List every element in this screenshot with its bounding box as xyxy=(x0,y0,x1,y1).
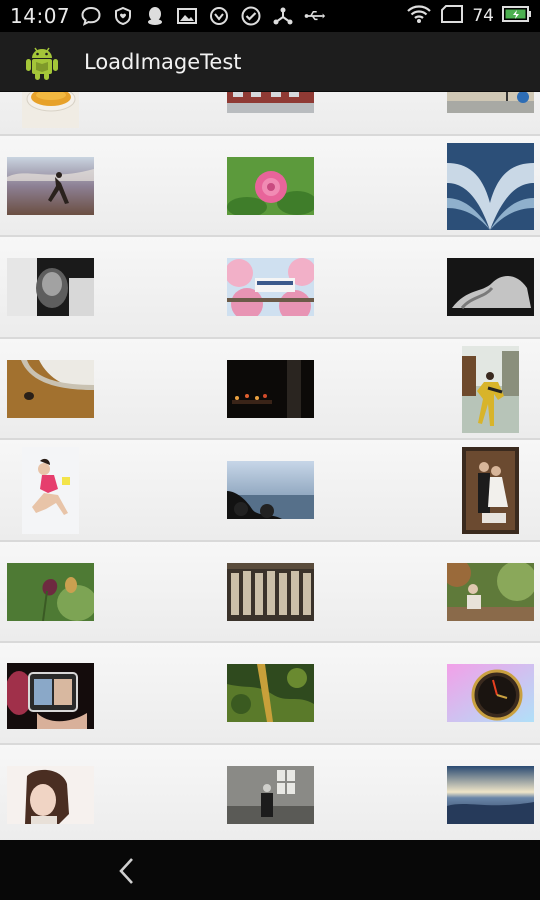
check-circle-icon xyxy=(240,5,262,27)
thumb-sunset-sea[interactable] xyxy=(447,765,534,824)
chat-bubble-icon xyxy=(80,5,102,27)
thumb-pink-peony[interactable] xyxy=(227,156,314,215)
thumb-dancing-couple[interactable] xyxy=(462,345,519,433)
thumb-motorbike-sea[interactable] xyxy=(227,461,314,519)
thumb-statues-bw[interactable] xyxy=(227,562,314,621)
thumb-blue-abstract[interactable] xyxy=(447,142,534,230)
qq-penguin-icon xyxy=(144,5,166,27)
app-title: LoadImageTest xyxy=(84,49,242,74)
list-item[interactable] xyxy=(0,237,540,339)
thumb-turtle-beach[interactable] xyxy=(7,359,94,418)
action-bar: LoadImageTest xyxy=(0,32,540,92)
navigation-bar xyxy=(0,840,540,900)
thumb-bw-portrait[interactable] xyxy=(7,258,94,316)
thumb-lotus-pod[interactable] xyxy=(7,562,94,621)
image-icon xyxy=(176,5,198,27)
list-item[interactable] xyxy=(0,744,540,840)
list-item[interactable] xyxy=(0,643,540,745)
battery-level: 74 xyxy=(472,6,494,26)
thumb-cherry-blossom-train[interactable] xyxy=(227,258,314,316)
sync-icon xyxy=(208,5,230,27)
list-item[interactable] xyxy=(0,92,540,136)
usb-icon xyxy=(304,5,326,27)
thumb-dark-stage[interactable] xyxy=(227,359,314,418)
system-status-icons: 74 xyxy=(406,4,532,28)
thumb-red-building[interactable] xyxy=(227,92,314,113)
battery-icon xyxy=(502,5,532,27)
android-robot-icon[interactable] xyxy=(24,43,60,81)
thumb-old-man-room[interactable] xyxy=(227,765,314,824)
shield-heart-icon xyxy=(112,5,134,27)
thumb-photo-frame-hand[interactable] xyxy=(7,663,94,729)
list-item[interactable] xyxy=(0,440,540,542)
thumb-girl-smile[interactable] xyxy=(7,765,94,824)
status-bar: 14:07 74 xyxy=(0,0,540,32)
thumb-tea-cup[interactable] xyxy=(22,92,79,128)
notification-icons xyxy=(80,5,326,27)
thumb-couple-portrait[interactable] xyxy=(462,447,519,534)
thumb-girl-pink[interactable] xyxy=(22,447,79,534)
status-time: 14:07 xyxy=(10,4,71,28)
thumb-green-aerial[interactable] xyxy=(227,664,314,722)
list-item[interactable] xyxy=(0,338,540,440)
list-item[interactable] xyxy=(0,135,540,237)
thumb-dancer-sky[interactable] xyxy=(7,156,94,215)
chevron-left-icon[interactable] xyxy=(110,854,144,888)
image-list[interactable] xyxy=(0,92,540,840)
list-item[interactable] xyxy=(0,541,540,643)
thumb-bw-figure[interactable] xyxy=(447,258,534,316)
thumb-pocket-watch[interactable] xyxy=(447,664,534,722)
share-hub-icon xyxy=(272,5,294,27)
thumb-road-sign[interactable] xyxy=(447,92,534,113)
wifi-icon xyxy=(406,4,432,28)
thumb-person-garden[interactable] xyxy=(447,562,534,621)
sim-card-icon xyxy=(440,4,464,28)
image-list-content xyxy=(0,92,540,840)
